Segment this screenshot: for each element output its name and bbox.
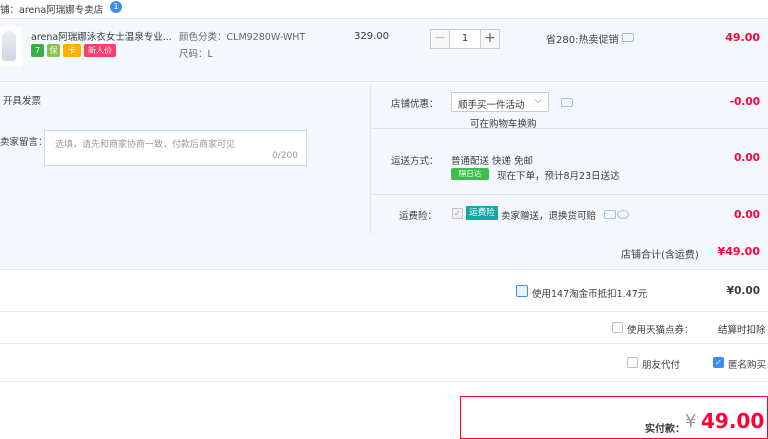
sku-color-value: CLM9280W-WHT — [226, 32, 306, 43]
shipping-label: 运送方式： — [391, 156, 439, 167]
seven-day-return-badge: 7 — [31, 44, 44, 57]
store-name[interactable]: 铺：arena阿瑞娜专卖店 — [0, 2, 103, 16]
unit-price: 329.00 — [354, 31, 389, 42]
payment-amount: 49.00 — [701, 409, 765, 433]
message-char-count: 0/200 — [272, 151, 298, 161]
options-divider — [370, 84, 371, 234]
shipping-method: 普通配送 快递 免邮 — [451, 156, 534, 167]
increase-quantity-button[interactable]: + — [480, 29, 500, 49]
insurance-text: 卖家赠送，退换货可赔 — [501, 211, 597, 222]
store-total-row: 店铺合计(含运费) ¥49.00 — [0, 234, 768, 270]
quantity-stepper: − 1 + — [430, 29, 500, 49]
message-label: 卖家留言： — [0, 137, 48, 148]
taobao-coins-checkbox[interactable] — [516, 285, 528, 297]
anonymous-label: 匿名购买 — [728, 360, 767, 371]
next-day-tag: 隔日达 — [451, 168, 489, 180]
store-total-label: 店铺合计(含运费) — [621, 250, 699, 261]
store-total-value: ¥49.00 — [717, 245, 760, 258]
taobao-coins-row: 使用147淘金币抵扣1.47元 ¥0.00 — [0, 270, 768, 312]
quantity-input[interactable]: 1 — [450, 29, 480, 49]
guarantee-badge: 保 — [47, 44, 60, 57]
anonymous-checkbox[interactable]: ✓ — [713, 357, 724, 368]
store-discount-note: 可在购物车换购 — [470, 119, 537, 130]
sku-color-label: 颜色分类： — [179, 32, 227, 43]
comment-icon[interactable] — [617, 210, 629, 219]
insurance-checkbox: ✓ — [452, 208, 463, 219]
decrease-quantity-button[interactable]: − — [430, 29, 450, 49]
invoice-link[interactable]: 开具发票 — [3, 93, 41, 107]
sku-size: 尺码：L — [179, 46, 213, 60]
insurance-amount: 0.00 — [734, 209, 760, 221]
payment-options-row: 朋友代付 ✓ 匿名购买 — [0, 344, 768, 382]
divider — [371, 128, 768, 129]
new-user-price-badge: 新人价 — [84, 44, 116, 57]
shipping-amount: 0.00 — [734, 152, 760, 164]
divider — [371, 194, 768, 195]
message-placeholder: 选填，请先和商家协商一致，付款后商家可见 — [55, 140, 236, 150]
product-thumbnail[interactable] — [0, 27, 22, 67]
promotion-savings: 省280:热卖促销 — [546, 35, 619, 46]
chevron-down-icon: ⌵ — [534, 95, 542, 106]
payment-label: 实付款： — [645, 424, 685, 435]
store-header: 铺：arena阿瑞娜专卖店 1 — [0, 0, 768, 18]
tmall-points-row: 使用天猫点券： 结算时扣除 — [0, 312, 768, 344]
seller-message-input[interactable]: 选填，请先和商家协商一致，付款后商家可见 0/200 — [44, 130, 307, 166]
shipping-eta: 现在下单，预计8月23日送达 — [497, 171, 620, 182]
sku-size-label: 尺码： — [179, 49, 208, 60]
taobao-coins-label: 使用147淘金币抵扣1.47元 — [532, 289, 648, 300]
insurance-label: 运费险： — [399, 211, 438, 222]
sku-size-value: L — [207, 49, 213, 60]
tmall-points-checkbox[interactable] — [612, 322, 623, 333]
swimsuit-image — [2, 31, 16, 61]
product-title[interactable]: arena阿瑞娜泳衣女士温泉专业... — [31, 29, 172, 43]
store-discount-value: 顺手买一件活动 — [458, 100, 525, 111]
card-badge: 卡 — [63, 44, 81, 57]
sku-color: 颜色分类：CLM9280W-WHT — [179, 29, 305, 43]
insurance-tag: 运费险 — [466, 206, 498, 220]
tmall-points-label: 使用天猫点券： — [627, 325, 694, 336]
chat-icon[interactable]: 1 — [110, 1, 122, 13]
payment-summary: 实付款： ¥ 49.00 — [460, 396, 768, 439]
currency-symbol: ¥ — [685, 411, 697, 432]
help-icon[interactable] — [604, 210, 616, 219]
tmall-points-note: 结算时扣除 — [718, 325, 766, 336]
service-badges: 7 保 卡 新人价 — [31, 44, 116, 58]
comment-icon[interactable] — [561, 98, 573, 107]
friend-pay-label: 朋友代付 — [642, 360, 681, 371]
friend-pay-checkbox[interactable] — [627, 357, 638, 368]
comment-icon[interactable] — [622, 33, 634, 42]
order-item-row: arena阿瑞娜泳衣女士温泉专业... 7 保 卡 新人价 颜色分类：CLM92… — [0, 18, 768, 82]
store-discount-label: 店铺优惠： — [391, 99, 439, 110]
store-discount-select[interactable]: 顺手买一件活动 ⌵ — [451, 92, 549, 112]
order-options: 开具发票 卖家留言： 选填，请先和商家协商一致，付款后商家可见 0/200 店铺… — [0, 84, 768, 234]
store-discount-amount: -0.00 — [729, 96, 760, 108]
taobao-coins-value: ¥0.00 — [726, 285, 760, 297]
item-total: 49.00 — [725, 31, 760, 44]
